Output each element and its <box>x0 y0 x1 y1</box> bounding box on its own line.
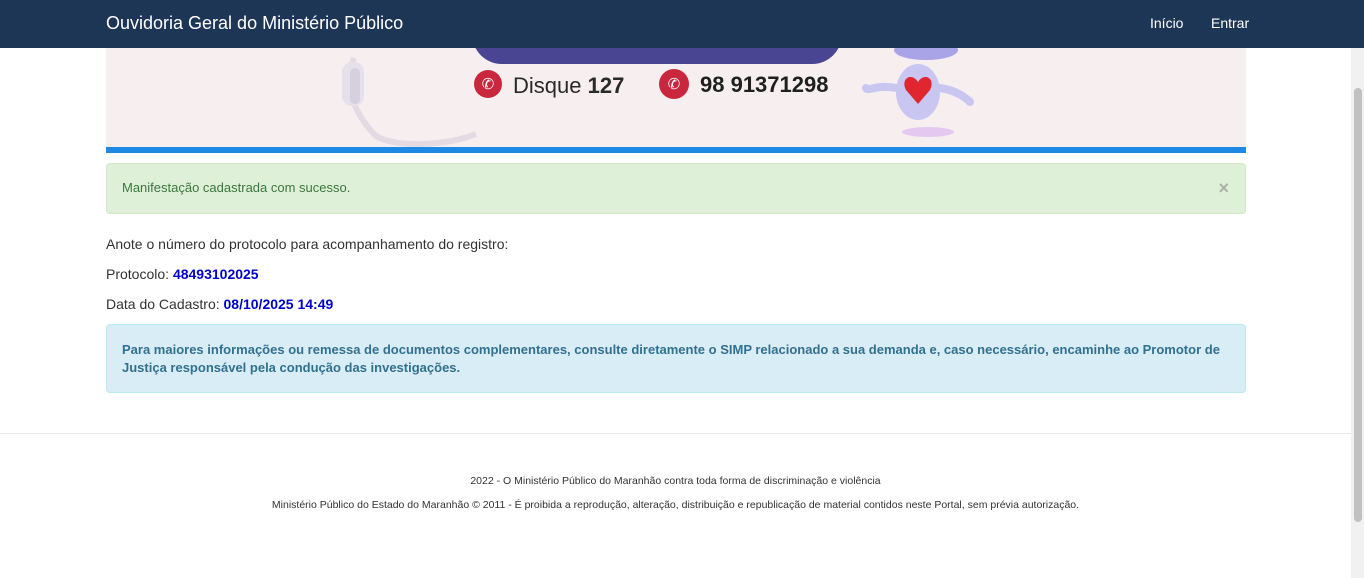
banner-title-graphic <box>472 48 842 64</box>
date-value: 08/10/2025 14:49 <box>223 296 334 312</box>
ouvidoria-banner: ✆ Disque 127 ✆ 98 91371298 <box>106 48 1246 148</box>
protocol-value: 48493102025 <box>172 266 259 282</box>
headset-icon <box>342 56 478 148</box>
footer-copyright: Ministério Público do Estado do Maranhão… <box>271 499 1080 511</box>
whatsapp-number: 98 91371298 <box>700 72 829 97</box>
protocol-label: Protocolo: <box>106 266 170 282</box>
success-alert: Manifestação cadastrada com sucesso. × <box>106 163 1246 214</box>
date-label: Data do Cadastro: <box>106 296 220 312</box>
navbar-brand[interactable]: Ouvidoria Geral do Ministério Público <box>106 12 403 34</box>
nav-link-entrar[interactable]: Entrar <box>1211 15 1249 31</box>
success-alert-message: Manifestação cadastrada com sucesso. <box>122 180 351 195</box>
nav-link-inicio[interactable]: Início <box>1150 15 1183 31</box>
page-scrollbar-thumb[interactable] <box>1354 88 1362 522</box>
info-alert-message: Para maiores informações ou remessa de d… <box>122 342 1220 375</box>
disque-number: 127 <box>587 73 625 98</box>
banner-underline <box>106 147 1246 153</box>
phone-icon: ✆ <box>474 70 502 98</box>
date-row: Data do Cadastro: 08/10/2025 14:49 <box>106 295 333 313</box>
mascot-robot-icon <box>862 48 974 137</box>
footer-divider <box>0 433 1351 434</box>
close-alert-button[interactable]: × <box>1218 179 1229 197</box>
info-alert: Para maiores informações ou remessa de d… <box>106 324 1246 393</box>
whatsapp-icon: ✆ <box>659 69 689 99</box>
disque-label: Disque 127 <box>513 73 625 98</box>
protocol-row: Protocolo: 48493102025 <box>106 265 259 283</box>
footer-slogan: 2022 - O Ministério Público do Maranhão … <box>470 475 881 487</box>
protocol-instruction: Anote o número do protocolo para acompan… <box>106 236 509 252</box>
top-navbar: Ouvidoria Geral do Ministério Público In… <box>0 0 1364 48</box>
